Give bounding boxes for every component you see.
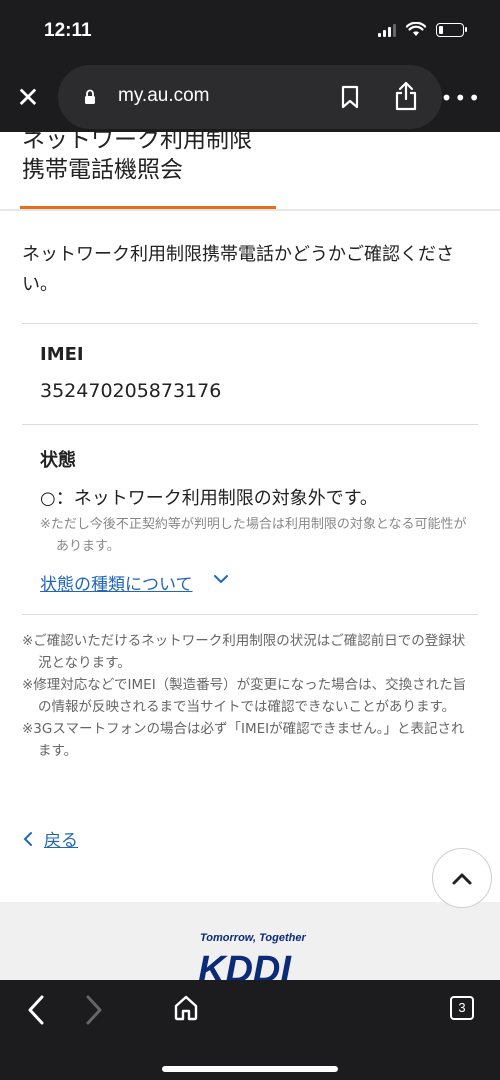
back-arrow-icon[interactable] (26, 994, 46, 1026)
header-divider (0, 209, 500, 211)
intro-text: ネットワーク利用制限携帯電話かどうかご確認ください。 (22, 244, 454, 295)
divider (22, 424, 478, 425)
status-text: ○：ネットワーク利用制限の対象外です。 (40, 488, 378, 509)
web-page: ネットワーク利用制限 携帯電話機照会 ネットワーク利用制限携帯電話かどうかご確認… (0, 132, 500, 980)
note-item: ※3Gスマートフォンの場合は必ず「IMEIが確認できません。」と表記されます。 (22, 721, 465, 759)
chevron-left-icon (23, 831, 32, 846)
footer: Tomorrow, Together KDDI (0, 902, 500, 980)
address-bar[interactable]: my.au.com (58, 65, 442, 129)
footer-tagline: Tomorrow, Together (200, 932, 306, 944)
status-bar: 12:11 (0, 0, 500, 62)
browser-toolbar: ✕ my.au.com ••• (0, 62, 500, 132)
kddi-logo: KDDI (198, 949, 292, 980)
battery-icon (436, 22, 467, 37)
status-types-link[interactable]: 状態の種類について (40, 570, 193, 595)
back-link-text: 戻る (44, 831, 78, 851)
lock-icon (85, 89, 95, 104)
forward-arrow-icon[interactable] (84, 994, 104, 1026)
home-indicator (162, 1066, 338, 1072)
notes-list: ※ご確認いただけるネットワーク利用制限の状況はご確認前日での登録状況となります。… (22, 630, 474, 762)
divider (22, 614, 478, 615)
browser-bottom-bar: 3 (0, 980, 500, 1080)
imei-value: 352470205873176 (40, 380, 222, 402)
share-icon[interactable] (394, 81, 418, 111)
home-icon[interactable] (172, 994, 200, 1022)
chevron-up-icon (452, 873, 472, 885)
tabs-button[interactable]: 3 (450, 996, 474, 1020)
divider (22, 323, 478, 324)
imei-label: IMEI (40, 344, 84, 365)
cellular-signal-icon (378, 23, 396, 37)
back-link[interactable]: 戻る (22, 826, 78, 851)
more-options-icon[interactable]: ••• (441, 86, 482, 110)
status-icons (378, 22, 467, 37)
title-underline (20, 206, 276, 209)
wifi-icon (406, 22, 426, 36)
page-title: 携帯電話機照会 (22, 157, 183, 183)
chevron-down-icon[interactable] (212, 572, 230, 586)
bookmark-icon[interactable] (340, 85, 360, 109)
note-item: ※ご確認いただけるネットワーク利用制限の状況はご確認前日での登録状況となります。 (22, 633, 466, 671)
url-text: my.au.com (118, 85, 210, 106)
close-icon[interactable]: ✕ (14, 84, 42, 112)
status-note: ※ただし今後不正契約等が判明した場合は利用制限の対象となる可能性があります。 (40, 517, 467, 554)
note-item: ※修理対応などでIMEI（製造番号）が変更になった場合は、交換された旨の情報が反… (22, 677, 467, 715)
clock: 12:11 (44, 20, 92, 41)
battery-level (439, 25, 443, 34)
svg-text:KDDI: KDDI (198, 949, 292, 980)
status-label: 状態 (40, 450, 76, 471)
scroll-to-top-button[interactable] (432, 848, 492, 908)
